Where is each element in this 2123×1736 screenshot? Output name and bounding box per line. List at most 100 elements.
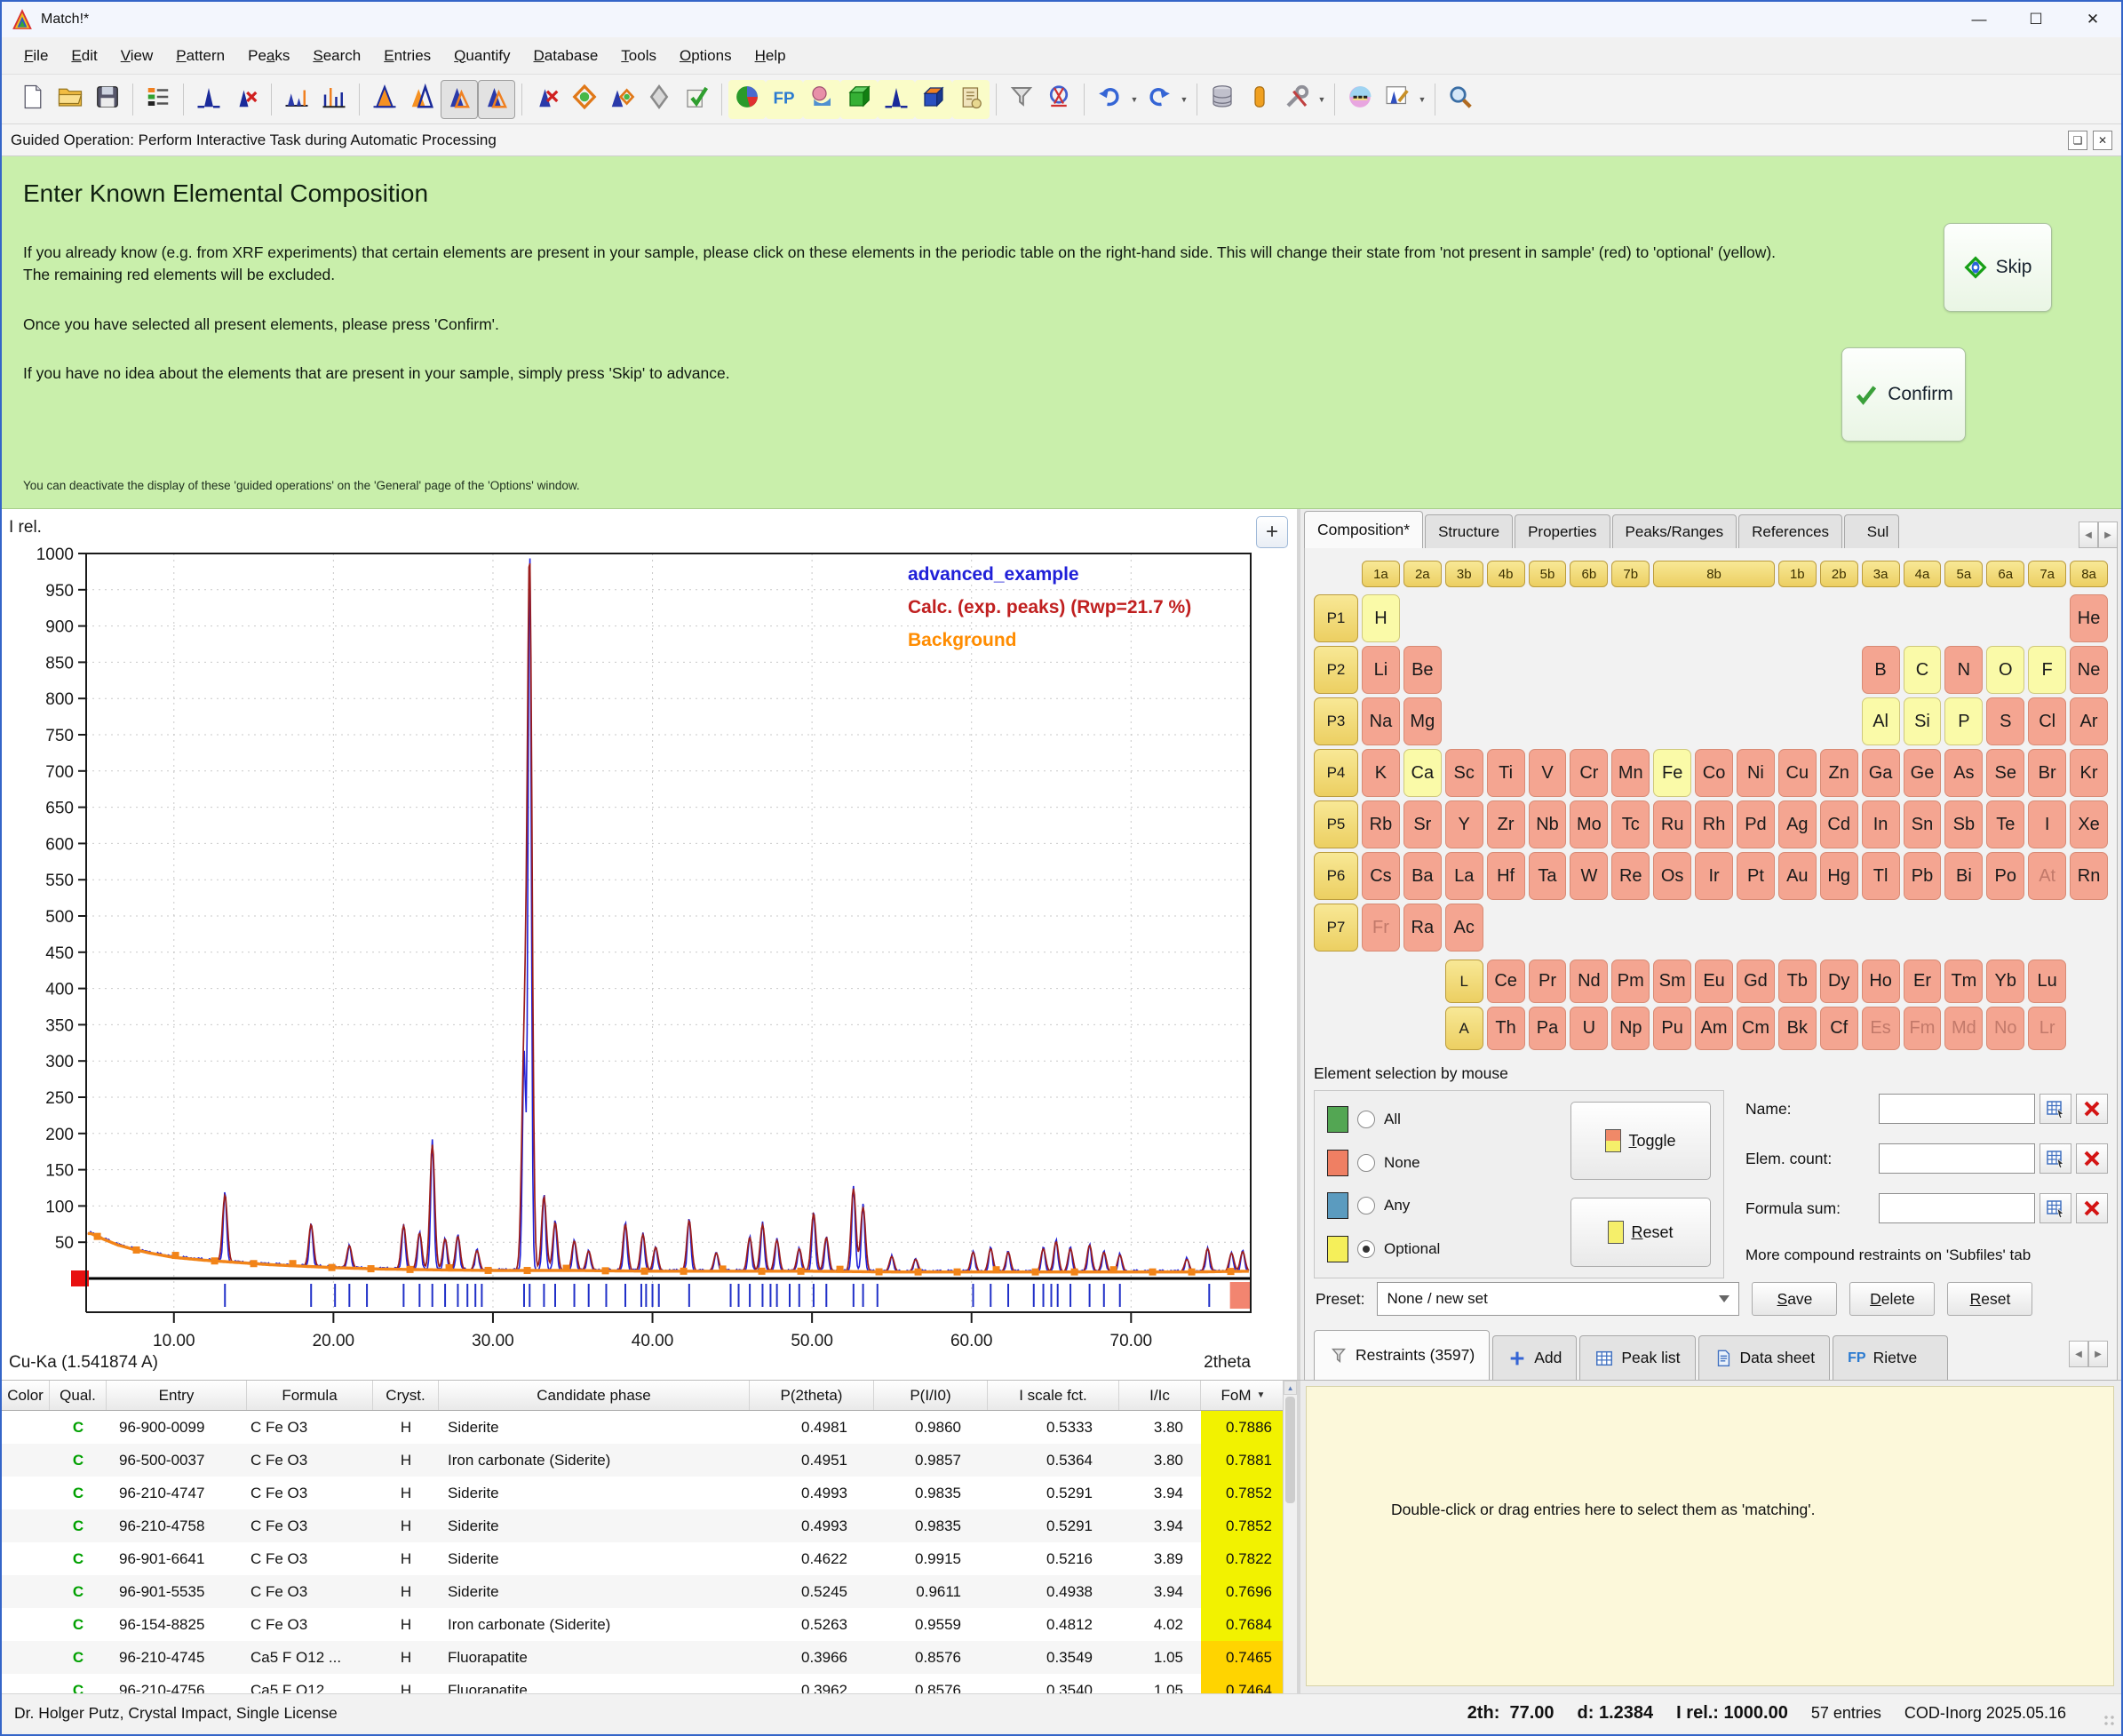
element-No[interactable]: No [1986,1007,2024,1050]
element-Pr[interactable]: Pr [1529,960,1567,1003]
menu-item-view[interactable]: View [109,42,165,70]
elem--count-list-select-button[interactable] [2040,1143,2071,1174]
table-row[interactable]: C96-901-6641C Fe O3HSiderite0.46220.9915… [2,1542,1283,1575]
element-Th[interactable]: Th [1487,1007,1525,1050]
group-header-4b[interactable]: 4b [1487,561,1525,587]
table-row[interactable]: C96-210-4745Ca5 F O12 ...HFluorapatite0.… [2,1641,1283,1674]
element-In[interactable]: In [1862,800,1900,848]
tab-structure[interactable]: Structure [1425,514,1513,548]
compare-peaks-b-button[interactable] [478,80,515,119]
element-Ac[interactable]: Ac [1445,904,1483,952]
maximize-button[interactable]: ☐ [2008,2,2064,37]
preset-combobox[interactable]: None / new set [1377,1282,1739,1316]
verify-button[interactable] [678,80,715,119]
element-Tm[interactable]: Tm [1944,960,1983,1003]
element-Cm[interactable]: Cm [1737,1007,1775,1050]
element-Kr[interactable]: Kr [2070,749,2108,797]
group-header-5b[interactable]: 5b [1529,561,1567,587]
formula-sum-list-select-button[interactable] [2040,1193,2071,1223]
all-radio[interactable] [1357,1111,1375,1128]
element-Gd[interactable]: Gd [1737,960,1775,1003]
preset-reset-button[interactable]: Reset [1947,1282,2032,1316]
element-F[interactable]: F [2028,646,2066,694]
database-button[interactable] [1204,80,1241,119]
skip-button[interactable]: Skip [1944,223,2052,312]
close-button[interactable]: ✕ [2064,2,2121,37]
element-Pu[interactable]: Pu [1653,1007,1691,1050]
element-Ca[interactable]: Ca [1403,749,1442,797]
graphic-options-button[interactable] [1379,80,1416,119]
overlay-peaks-button[interactable] [403,80,441,119]
group-header-2a[interactable]: 2a [1403,561,1442,587]
column-header-p-i-i0-[interactable]: P(I/I0) [874,1381,988,1410]
close-panel-icon[interactable]: ✕ [2093,131,2112,150]
element-N[interactable]: N [1944,646,1983,694]
column-header-i-ic[interactable]: I/Ic [1119,1381,1201,1410]
bottom-tab-rietve[interactable]: FPRietve [1833,1335,1948,1380]
name-input[interactable] [1879,1094,2035,1124]
formula-sum-clear-button[interactable] [2076,1193,2108,1223]
element-Ge[interactable]: Ge [1904,749,1942,797]
menu-item-quantify[interactable]: Quantify [442,42,521,70]
undo-dropdown-icon[interactable]: ▼ [1128,80,1141,119]
graphic-options-dropdown-icon[interactable]: ▼ [1416,80,1428,119]
element-V[interactable]: V [1529,749,1567,797]
element-Be[interactable]: Be [1403,646,1442,694]
stick-pattern-button[interactable] [315,80,353,119]
column-header-i-scale-fct-[interactable]: I scale fct. [988,1381,1119,1410]
table-row[interactable]: C96-210-4756Ca5 F O12HFluorapatite0.3962… [2,1674,1283,1693]
element-Ra[interactable]: Ra [1403,904,1442,952]
menu-item-entries[interactable]: Entries [372,42,442,70]
element-Na[interactable]: Na [1362,697,1400,745]
element-H[interactable]: H [1362,594,1400,642]
element-S[interactable]: S [1986,697,2024,745]
table-scrollbar[interactable]: ▲ [1283,1381,1297,1693]
element-Cs[interactable]: Cs [1362,852,1400,900]
element-Y[interactable]: Y [1445,800,1483,848]
table-row[interactable]: C96-210-4758C Fe O3HSiderite0.49930.9835… [2,1509,1283,1542]
group-header-3b[interactable]: 3b [1445,561,1483,587]
element-Ga[interactable]: Ga [1862,749,1900,797]
element-Ba[interactable]: Ba [1403,852,1442,900]
element-P[interactable]: P [1944,697,1983,745]
element-Pa[interactable]: Pa [1529,1007,1567,1050]
bottom-tab-data-sheet[interactable]: Data sheet [1698,1335,1831,1380]
tab-references[interactable]: References [1738,514,1842,548]
profile-peaks-button[interactable] [278,80,315,119]
name-list-select-button[interactable] [2040,1094,2071,1124]
group-header-7a[interactable]: 7a [2028,561,2066,587]
element-Ag[interactable]: Ag [1778,800,1817,848]
menu-item-pattern[interactable]: Pattern [164,42,236,70]
group-header-6a[interactable]: 6a [1986,561,2024,587]
column-header-qual-[interactable]: Qual. [50,1381,107,1410]
bottom-tab-restraints--3597-[interactable]: Restraints (3597) [1314,1330,1490,1380]
selection-option-none[interactable]: None [1327,1145,1440,1181]
element-Zn[interactable]: Zn [1820,749,1858,797]
unit-cell-button[interactable] [840,80,878,119]
table-row[interactable]: C96-210-4747C Fe O3HSiderite0.49930.9835… [2,1477,1283,1509]
tab-scroll-right-icon[interactable]: ▶ [2098,522,2118,548]
element-Te[interactable]: Te [1986,800,2024,848]
diamond-button[interactable] [566,80,603,119]
group-header-8a[interactable]: 8a [2070,561,2108,587]
menu-item-options[interactable]: Options [668,42,743,70]
name-clear-button[interactable] [2076,1094,2108,1124]
element-Hg[interactable]: Hg [1820,852,1858,900]
redo-dropdown-icon[interactable]: ▼ [1178,80,1190,119]
table-row[interactable]: C96-900-0099C Fe O3HSiderite0.49810.9860… [2,1411,1283,1444]
funnel-button[interactable] [1003,80,1040,119]
toggle-button[interactable]: Toggle [1570,1102,1711,1180]
peak-diamond-button[interactable] [603,80,640,119]
chart-zoom-button[interactable]: + [1256,516,1288,548]
crystal-button[interactable] [915,80,952,119]
element-Er[interactable]: Er [1904,960,1942,1003]
pattern-button[interactable] [878,80,915,119]
element-Pm[interactable]: Pm [1611,960,1650,1003]
menu-item-help[interactable]: Help [743,42,798,70]
element-Sn[interactable]: Sn [1904,800,1942,848]
reset-selection-button[interactable]: Reset [1570,1198,1711,1267]
element-Co[interactable]: Co [1695,749,1733,797]
period-button-P6[interactable]: P6 [1314,852,1358,900]
element-O[interactable]: O [1986,646,2024,694]
open-file-button[interactable] [52,80,89,119]
